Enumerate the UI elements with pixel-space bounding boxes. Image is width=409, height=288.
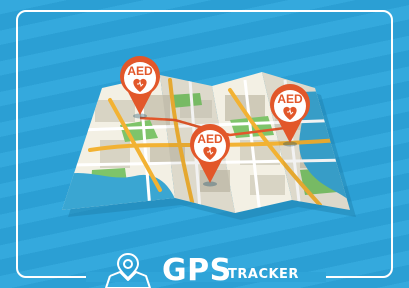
city-map-illustration: AED AED AED <box>62 56 356 282</box>
aed-label: AED <box>127 64 153 78</box>
gps-map-icon <box>105 252 151 288</box>
gps-tracker-banner: AED AED AED GPS TRACKER <box>0 0 409 288</box>
aed-label: AED <box>277 92 303 106</box>
brand-logo: GPS TRACKER <box>100 248 320 288</box>
brand-subtitle: TRACKER <box>228 267 299 282</box>
aed-label: AED <box>197 132 223 146</box>
brand-title: GPS <box>162 253 232 288</box>
